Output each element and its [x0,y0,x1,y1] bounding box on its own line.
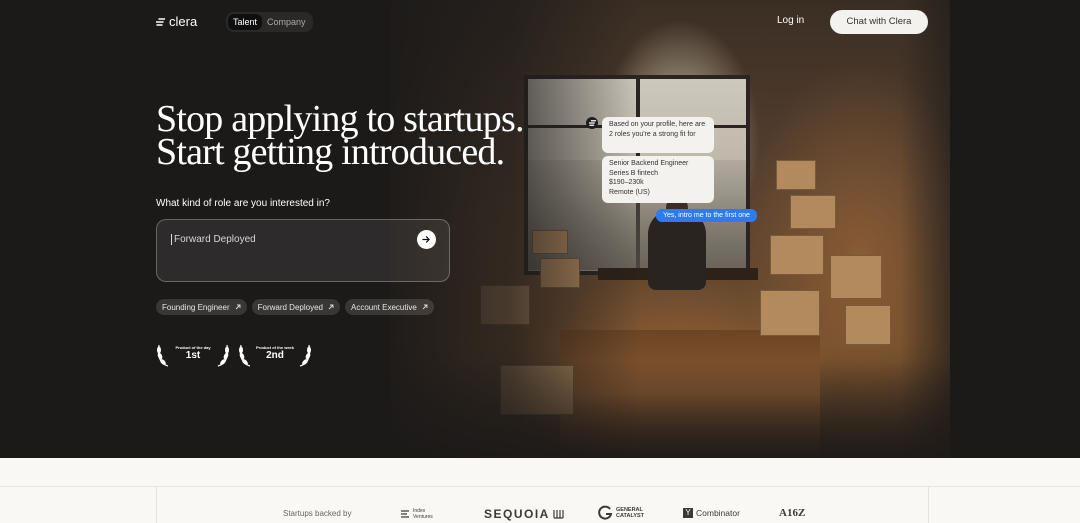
suggested-roles: Founding Engineer Forward Deployed Accou… [156,299,434,315]
hero-photo-person [648,210,706,290]
y-combinator-icon: Y [683,508,693,518]
chip-label: Founding Engineer [162,302,230,312]
login-link[interactable]: Log in [777,15,804,26]
chip-founding-engineer[interactable]: Founding Engineer [156,299,247,315]
award-badges: Product of the day 1st Product of the we… [156,340,312,368]
logo-sequoia: SEQUOIA [484,507,564,521]
role-company: Series B fintech [609,169,659,177]
chat-message: Based on your profile, here are 2 roles … [602,117,714,153]
y-combinator-text: Combinator [696,508,740,518]
clera-logo-icon [156,17,165,26]
chip-account-executive[interactable]: Account Executive [344,299,434,315]
product-of-the-week-badge: Product of the week 2nd [238,340,312,368]
hero-fade-bottom [0,360,1080,458]
hero-photo-box [770,235,824,275]
divider [156,486,157,523]
role-search-value[interactable]: Forward Deployed [171,234,256,245]
hero-photo-box [776,160,816,190]
arrow-right-icon [422,236,430,243]
role-card[interactable]: Senior Backend Engineer Series B fintech… [602,156,714,203]
arrow-up-right-icon [328,304,334,310]
divider [928,486,929,523]
toggle-talent[interactable]: Talent [228,14,263,30]
general-catalyst-icon [598,505,613,520]
role-title: Senior Backend Engineer [609,160,689,167]
top-nav: clera Talent Company Log in Chat with Cl… [0,0,1080,44]
hero-photo-box [830,255,882,299]
hero-section: clera Talent Company Log in Chat with Cl… [0,0,1080,458]
chip-label: Forward Deployed [257,302,323,312]
toggle-company[interactable]: Company [262,14,311,30]
index-ventures-text: Index Ventures [413,508,433,520]
audience-toggle: Talent Company [226,12,313,32]
divider [0,486,1080,487]
arrow-up-right-icon [235,304,241,310]
logo-a16z: A16Z [779,507,805,519]
hero-photo-box [760,290,820,336]
brand-logo[interactable]: clera [156,14,197,29]
backers-label: Startups backed by [283,509,352,518]
brand-name: clera [169,14,198,29]
logo-y-combinator: Y Combinator [683,508,740,518]
logo-index-ventures: Index Ventures [400,508,439,520]
hero-photo-box [845,305,891,345]
backers-section: Startups backed by Index Ventures SEQUOI… [0,458,1080,523]
headline-line-2: Start getting introduced. [156,131,505,173]
product-of-the-day-badge: Product of the day 1st [156,340,230,368]
logo-general-catalyst: GENERAL CATALYST [598,505,646,520]
index-ventures-icon [401,510,409,518]
chip-label: Account Executive [350,302,417,312]
chat-with-clera-button[interactable]: Chat with Clera [830,10,928,34]
clera-avatar [586,117,598,129]
submit-button[interactable] [417,230,436,249]
page-headline: Stop applying to startups. Start getting… [156,100,524,173]
sequoia-text: SEQUOIA [484,507,550,521]
role-salary: $190–230k [609,179,644,186]
clera-logo-icon [588,120,596,126]
sequoia-mark-icon [553,510,564,519]
a16z-text: A16Z [779,507,806,519]
role-search-input[interactable]: Forward Deployed [156,219,450,282]
user-reply-bubble: Yes, intro me to the first one [656,209,757,222]
laurel-right-icon [299,344,311,367]
hero-photo-box [790,195,836,229]
chip-forward-deployed[interactable]: Forward Deployed [251,299,340,315]
general-catalyst-text: GENERAL CATALYST [616,506,645,519]
role-question: What kind of role are you interested in? [156,198,330,209]
role-location: Remote (US) [609,188,650,196]
laurel-right-icon [217,344,229,367]
arrow-up-right-icon [422,304,428,310]
